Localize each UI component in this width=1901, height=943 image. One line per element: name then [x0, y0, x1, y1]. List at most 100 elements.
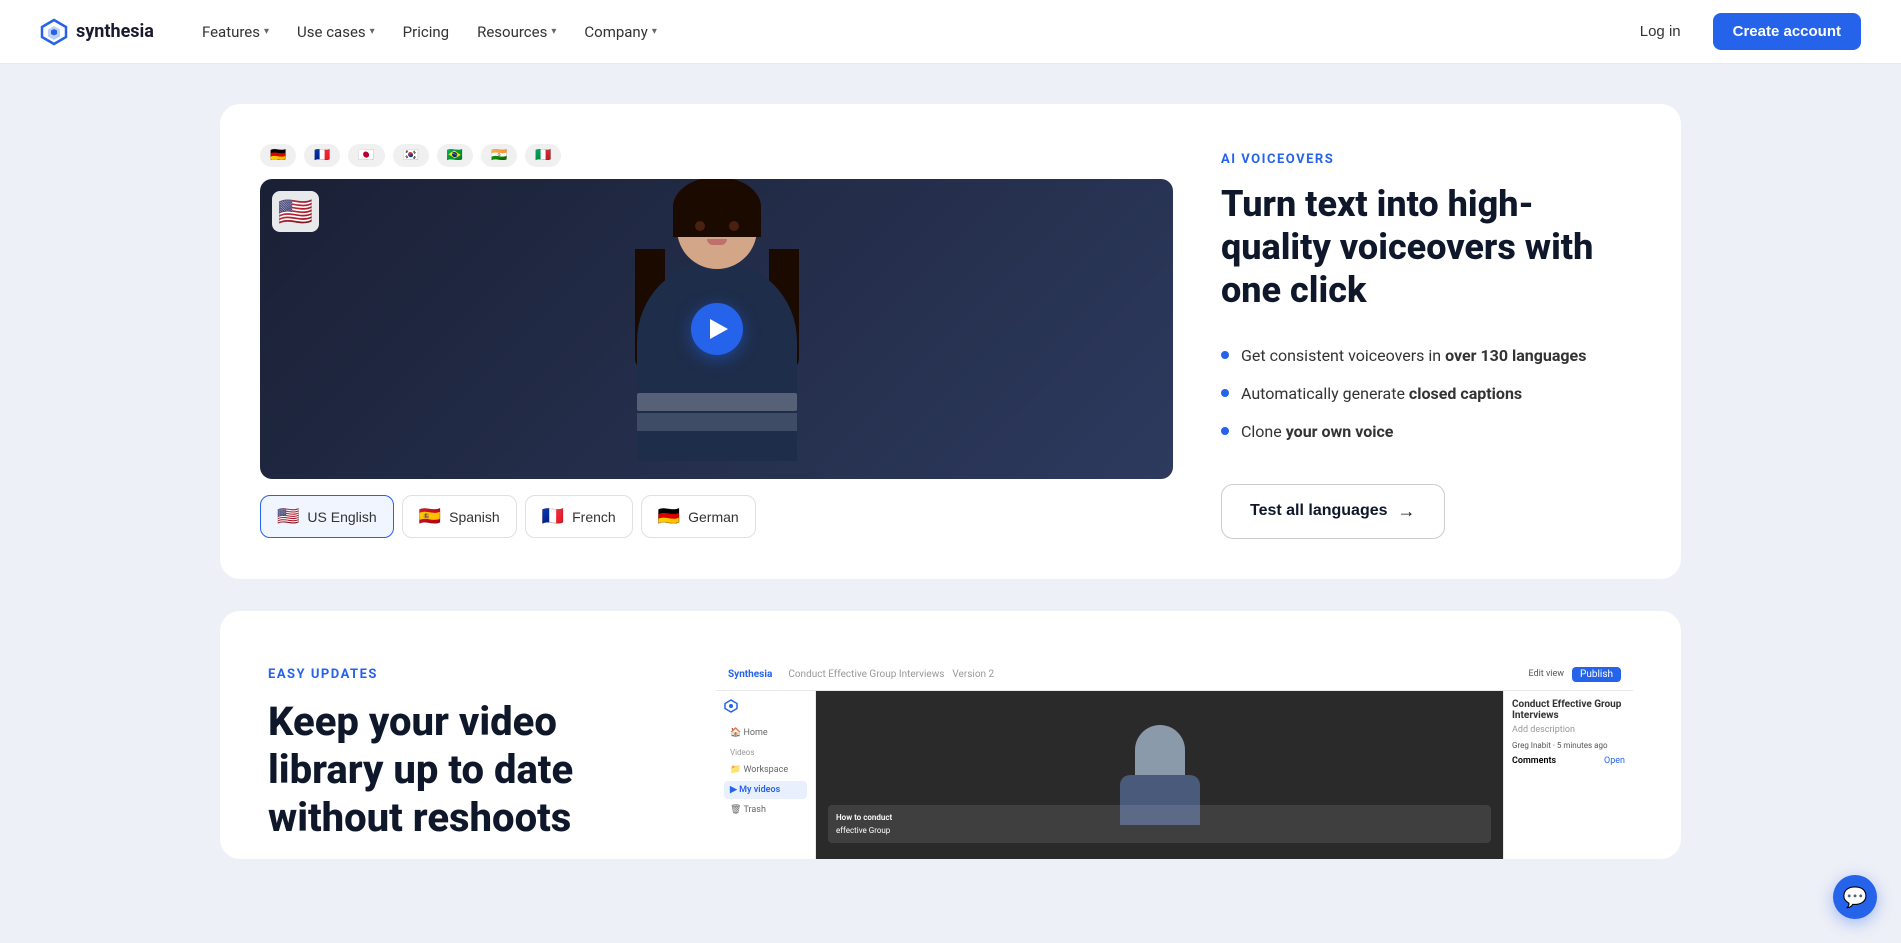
sidebar-trash[interactable]: 🗑 Trash [724, 801, 807, 819]
video-player[interactable]: 🇺🇸 [260, 179, 1173, 479]
lang-tab-us-english[interactable]: 🇺🇸 US English [260, 495, 394, 538]
es-flag: 🇪🇸 [419, 506, 441, 527]
app-sidebar: 🏠 Home Videos 📁 Workspace ▶ My videos 🗑 … [716, 691, 816, 859]
feature-text-2: Automatically generate closed captions [1241, 383, 1522, 405]
french-label: French [572, 509, 616, 525]
lang-tab-spanish[interactable]: 🇪🇸 Spanish [402, 495, 517, 538]
flag-pill-it: 🇮🇹 [525, 144, 561, 167]
company-chevron-icon: ▾ [652, 26, 657, 37]
test-languages-label: Test all languages [1250, 502, 1388, 520]
avatar-body-stripe1 [637, 393, 797, 411]
flag-pill-br: 🇧🇷 [437, 144, 473, 167]
app-panel: Conduct Effective Group Interviews Add d… [1503, 691, 1633, 859]
app-panel-user: Greg Inabit · 5 minutes ago [1512, 741, 1625, 750]
app-synthesia-label: Synthesia [728, 669, 772, 680]
bullet-3 [1221, 427, 1229, 435]
arrow-right-icon: → [1398, 501, 1416, 522]
avatar-body-stripe2 [637, 413, 797, 431]
app-main-area: How to conduct effective Group Conduct E… [816, 691, 1633, 859]
video-section: 🇩🇪 🇫🇷 🇯🇵 🇰🇷 🇧🇷 🇮🇳 🇮🇹 [260, 144, 1173, 538]
language-tabs: 🇺🇸 US English 🇪🇸 Spanish 🇫🇷 French 🇩🇪 Ge… [260, 495, 1173, 538]
nav-left: synthesia Features ▾ Use cases ▾ Pricing… [40, 15, 669, 49]
fr-flag: 🇫🇷 [542, 506, 564, 527]
app-screenshot: Synthesia Conduct Effective Group Interv… [716, 659, 1633, 859]
updates-copy: EASY UPDATES Keep your video library up … [268, 659, 668, 842]
app-body: 🏠 Home Videos 📁 Workspace ▶ My videos 🗑 … [716, 691, 1633, 859]
app-panel-title: Conduct Effective Group Interviews [1512, 699, 1625, 721]
nav-usecases[interactable]: Use cases ▾ [285, 15, 387, 49]
publish-badge[interactable]: Publish [1572, 667, 1621, 682]
app-topbar: Synthesia Conduct Effective Group Interv… [716, 659, 1633, 691]
main-content: 🇩🇪 🇫🇷 🇯🇵 🇰🇷 🇧🇷 🇮🇳 🇮🇹 [0, 64, 1901, 899]
chat-bubble[interactable]: 💬 [1833, 875, 1877, 919]
spanish-label: Spanish [449, 509, 500, 525]
voiceover-card: 🇩🇪 🇫🇷 🇯🇵 🇰🇷 🇧🇷 🇮🇳 🇮🇹 [220, 104, 1681, 579]
feature-item-3: Clone your own voice [1221, 421, 1641, 443]
sidebar-home[interactable]: 🏠 Home [724, 724, 807, 742]
flag-pill-in: 🇮🇳 [481, 144, 517, 167]
chat-icon: 💬 [1843, 885, 1868, 909]
login-button[interactable]: Log in [1624, 15, 1697, 48]
sidebar-workspace[interactable]: 📁 Workspace [724, 761, 807, 779]
feature-text-3: Clone your own voice [1241, 421, 1393, 443]
lang-tab-german[interactable]: 🇩🇪 German [641, 495, 756, 538]
section1-tag: AI VOICEOVERS [1221, 152, 1641, 167]
play-icon [710, 319, 728, 339]
resources-chevron-icon: ▾ [551, 26, 556, 37]
app-logo-icon [724, 699, 738, 713]
app-version: Version 2 [952, 669, 994, 680]
section1-headline: Turn text into high-quality voiceovers w… [1221, 183, 1641, 313]
nav-links: Features ▾ Use cases ▾ Pricing Resources… [190, 15, 669, 49]
us-flag: 🇺🇸 [277, 506, 299, 527]
voiceover-copy: AI VOICEOVERS Turn text into high-qualit… [1221, 144, 1641, 539]
language-flags-bar: 🇩🇪 🇫🇷 🇯🇵 🇰🇷 🇧🇷 🇮🇳 🇮🇹 [260, 144, 1173, 167]
nav-resources[interactable]: Resources ▾ [465, 15, 568, 49]
feature-list: Get consistent voiceovers in over 130 la… [1221, 345, 1641, 444]
app-video-preview: How to conduct effective Group [816, 691, 1503, 859]
app-panel-open-btn[interactable]: Open [1604, 756, 1625, 766]
logo[interactable]: synthesia [40, 18, 154, 46]
usecases-chevron-icon: ▾ [370, 26, 375, 37]
app-panel-description: Add description [1512, 725, 1625, 735]
app-video-text-overlay: How to conduct effective Group [828, 805, 1491, 843]
nav-pricing[interactable]: Pricing [391, 15, 461, 49]
person-silhouette [1135, 725, 1185, 780]
flag-badge: 🇺🇸 [272, 191, 319, 232]
flag-pill-fr: 🇫🇷 [304, 144, 340, 167]
create-account-button[interactable]: Create account [1713, 13, 1861, 50]
feature-item-1: Get consistent voiceovers in over 130 la… [1221, 345, 1641, 367]
lang-tab-french[interactable]: 🇫🇷 French [525, 495, 633, 538]
nav-company[interactable]: Company ▾ [572, 15, 668, 49]
logo-icon [40, 18, 68, 46]
navbar: synthesia Features ▾ Use cases ▾ Pricing… [0, 0, 1901, 64]
app-panel-comments-label: Comments [1512, 756, 1556, 766]
bullet-2 [1221, 389, 1229, 397]
app-mockup: Synthesia Conduct Effective Group Interv… [716, 659, 1633, 859]
flag-pill-de: 🇩🇪 [260, 144, 296, 167]
avatar-head [677, 189, 757, 269]
features-chevron-icon: ▾ [264, 26, 269, 37]
feature-item-2: Automatically generate closed captions [1221, 383, 1641, 405]
de-flag: 🇩🇪 [658, 506, 680, 527]
nav-right: Log in Create account [1624, 13, 1861, 50]
brand-name: synthesia [76, 21, 154, 42]
section2-headline: Keep your video library up to date witho… [268, 698, 668, 842]
sidebar-videos-label: Videos [724, 744, 807, 761]
sidebar-myvideos[interactable]: ▶ My videos [724, 781, 807, 799]
easy-updates-card: EASY UPDATES Keep your video library up … [220, 611, 1681, 859]
video-overlay-title: How to conduct [836, 813, 1483, 822]
flag-pill-kr: 🇰🇷 [393, 144, 429, 167]
avatar-eye-left [695, 221, 705, 231]
app-sidebar-logo [724, 699, 807, 716]
bullet-1 [1221, 351, 1229, 359]
avatar-body [637, 261, 797, 461]
test-languages-button[interactable]: Test all languages → [1221, 484, 1445, 539]
edit-view-label: Edit view [1528, 669, 1564, 679]
avatar-mouth [707, 239, 727, 245]
nav-features[interactable]: Features ▾ [190, 15, 281, 49]
feature-text-1: Get consistent voiceovers in over 130 la… [1241, 345, 1586, 367]
video-overlay-subtitle: effective Group [836, 826, 1483, 835]
avatar-hair-top [673, 179, 761, 237]
play-button[interactable] [691, 303, 743, 355]
app-topbar-title: Conduct Effective Group Interviews [788, 669, 944, 680]
